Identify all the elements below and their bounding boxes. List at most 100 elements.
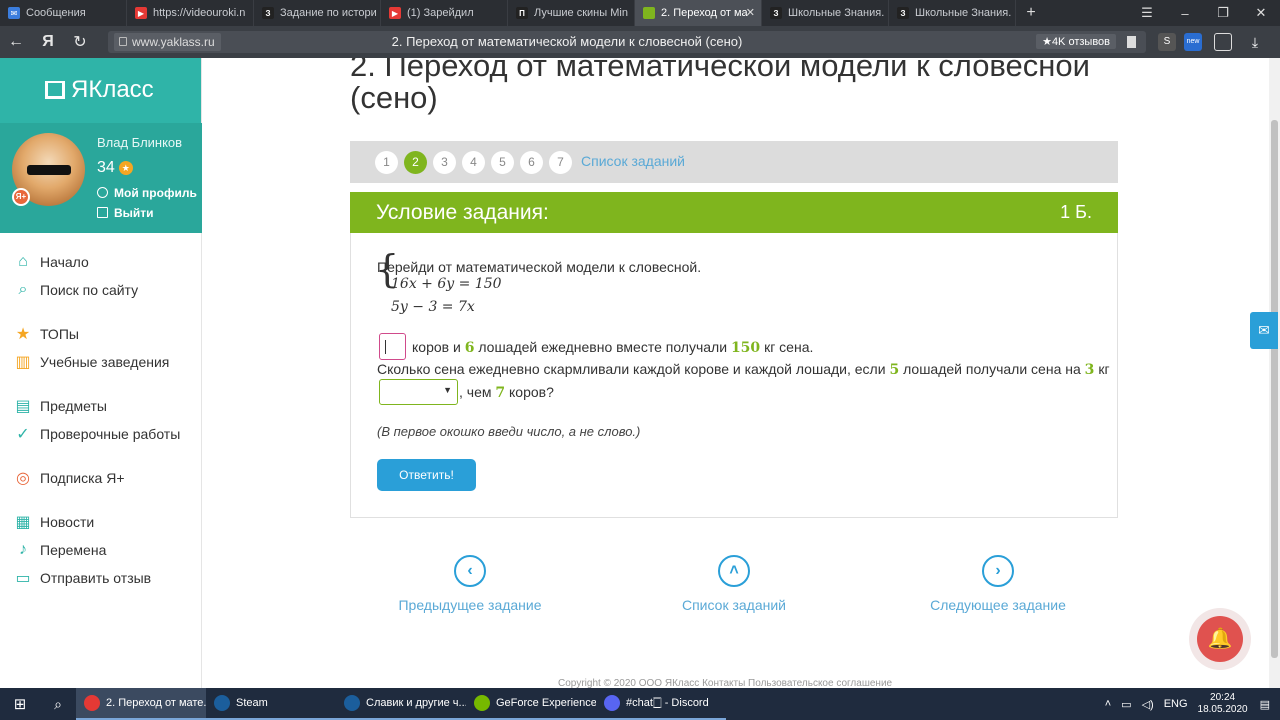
profile-link[interactable]: Мой профиль	[97, 186, 197, 200]
sidebar-item[interactable]: ◎ Подписка Я+	[0, 464, 202, 492]
sidebar-item[interactable]: ▤ Предметы	[0, 392, 202, 420]
line3-num-cows: 7	[495, 385, 506, 401]
sidebar-item[interactable]: ▥ Учебные заведения	[0, 348, 202, 376]
sidebar-item[interactable]: ⌂ Начало	[0, 248, 202, 276]
page-number-button[interactable]: 2	[404, 151, 427, 174]
minimize-icon[interactable]: –	[1166, 6, 1204, 21]
scroll-thumb[interactable]	[1271, 120, 1278, 658]
extension-s-icon[interactable]: S	[1158, 33, 1176, 51]
tab-label: Школьные Знания.	[788, 7, 885, 19]
taskbar-app-label: 2. Переход от мате...	[106, 697, 206, 709]
reviews-badge[interactable]: ★4K отзывов	[1036, 34, 1116, 49]
browser-tab[interactable]: З Задание по истори	[254, 0, 381, 26]
prev-task-link[interactable]: ‹ Предыдущее задание	[393, 555, 547, 613]
volume-icon[interactable]: ◁)	[1142, 698, 1154, 711]
sidebar-item-label: Новости	[40, 514, 95, 530]
browser-tab[interactable]: З Школьные Знания.	[889, 0, 1016, 26]
browser-tab[interactable]: П Лучшие скины Min	[508, 0, 635, 26]
windows-taskbar: ⊞ ⌕ 2. Переход от мате... Steam Славик и д…	[0, 688, 1280, 720]
taskbar-app[interactable]: Steam	[206, 688, 336, 720]
page-number-button[interactable]: 1	[375, 151, 398, 174]
tray-chevron-icon[interactable]: ˄	[1105, 698, 1111, 710]
tab-favicon-icon: З	[262, 7, 274, 19]
page-title: 2. Переход от математической модели к сл…	[350, 58, 1090, 115]
window-controls: ☰ – ❐ ✕	[1128, 0, 1280, 26]
browser-tab[interactable]: З Школьные Знания.	[762, 0, 889, 26]
equation-2: 5y − 3 = 7x	[391, 299, 475, 315]
page-number-button[interactable]: 6	[520, 151, 543, 174]
url-field[interactable]: www.yaklass.ru 2. Переход от математичес…	[108, 31, 1146, 53]
close-window-icon[interactable]: ✕	[1242, 5, 1280, 21]
tab-label: Школьные Знания.	[915, 7, 1012, 19]
new-tab-icon[interactable]: +	[1016, 4, 1046, 22]
app-icon	[604, 695, 620, 711]
sidebar-item-label: Проверочные работы	[40, 426, 181, 442]
network-icon[interactable]: ▭	[1121, 698, 1131, 711]
equation-1: 16x + 6y = 150	[391, 276, 502, 292]
line1-text-c: кг сена.	[764, 339, 814, 355]
browser-tab[interactable]: ▶ https://videouroki.n	[127, 0, 254, 26]
cows-count-input[interactable]	[379, 333, 406, 360]
menu-spacer	[0, 304, 202, 320]
more-less-select[interactable]: ▼	[379, 379, 458, 405]
chevron-right-icon: ›	[982, 555, 1014, 587]
line2-text-c: кг	[1098, 361, 1110, 377]
notifications-icon[interactable]: ▤	[1260, 698, 1270, 711]
condition-header: Условие задания: 1 Б.	[350, 192, 1118, 233]
bookmark-icon[interactable]	[1127, 36, 1136, 48]
extension-new-icon[interactable]: new	[1184, 33, 1202, 51]
answer-button[interactable]: Ответить!	[377, 459, 476, 491]
mail-icon[interactable]: ✉	[1250, 312, 1278, 349]
sidebar-item[interactable]: ✓ Проверочные работы	[0, 420, 202, 448]
page-number-button[interactable]: 4	[462, 151, 485, 174]
sidebar-item[interactable]: ▭ Отправить отзыв	[0, 564, 202, 592]
bell-icon: 🔔	[1197, 616, 1243, 662]
language-indicator[interactable]: ENG	[1164, 698, 1188, 710]
sidebar-item-label: Перемена	[40, 542, 107, 558]
clock-date: 18.05.2020	[1197, 704, 1248, 715]
task-list-nav-link[interactable]: ˄ Список заданий	[672, 555, 796, 613]
page-number-button[interactable]: 5	[491, 151, 514, 174]
sidebar-item[interactable]: ♪ Перемена	[0, 536, 202, 564]
site-logo[interactable]: ЯКласс	[45, 76, 154, 104]
taskbar-app[interactable]: 2. Переход от мате...	[76, 688, 206, 720]
browser-tab[interactable]: 2. Переход от ма ✕	[635, 0, 762, 26]
text-caret	[385, 340, 386, 354]
notifications-button[interactable]: 🔔	[1189, 608, 1251, 670]
download-icon[interactable]: ⤓	[1246, 33, 1264, 51]
page-number-button[interactable]: 7	[549, 151, 572, 174]
collections-icon[interactable]	[1214, 33, 1232, 51]
search-icon[interactable]: ⌕	[40, 696, 76, 713]
menu-icon[interactable]: ☰	[1128, 5, 1166, 21]
sidebar-menu: ⌂ Начало ⌕ Поиск по сайту ★ ТОПы ▥ Учебные заве…	[0, 248, 202, 592]
clock[interactable]: 20:24 18.05.2020	[1198, 692, 1248, 716]
reload-icon[interactable]: ↻	[64, 32, 96, 52]
page-scrollbar[interactable]	[1269, 58, 1280, 688]
browser-tab[interactable]: ✉ Сообщения	[0, 0, 127, 26]
page-number-button[interactable]: 3	[433, 151, 456, 174]
star-icon: ★	[15, 326, 31, 343]
tab-close-icon[interactable]: ✕	[746, 6, 755, 19]
logout-label: Выйти	[114, 206, 154, 220]
taskbar-app[interactable]: Славик и другие ч...	[336, 688, 466, 720]
windows-start-icon[interactable]: ⊞	[0, 695, 40, 713]
browser-tab[interactable]: ▶ (1) Зарейдил	[381, 0, 508, 26]
home-icon: ⌂	[18, 253, 28, 270]
logout-link[interactable]: Выйти	[97, 206, 154, 220]
sidebar-item[interactable]: ▦ Новости	[0, 508, 202, 536]
restore-icon[interactable]: ❐	[1204, 5, 1242, 21]
search-icon: ⌕	[18, 281, 28, 298]
task-list-link[interactable]: Список заданий	[581, 153, 685, 169]
task-intro: Перейди от математической модели к слове…	[377, 259, 702, 275]
sidebar-item[interactable]: ⌕ Поиск по сайту	[0, 276, 202, 304]
avatar-glasses	[27, 165, 71, 175]
back-icon[interactable]: ←	[0, 33, 32, 51]
next-task-link[interactable]: › Следующее задание	[922, 555, 1074, 613]
yandex-icon[interactable]: Я	[32, 33, 64, 51]
user-panel: Я+ Влад Блинков 34 ★ Мой профиль Выйти	[0, 123, 202, 233]
sidebar-item[interactable]: ★ ТОПы	[0, 320, 202, 348]
taskbar-app[interactable]: GeForce Experience	[466, 688, 596, 720]
sidebar: ЯКласс Я+ Влад Блинков 34 ★ Мой профиль В…	[0, 58, 202, 688]
taskbar-app[interactable]: #chat🀆 - Discord	[596, 688, 726, 720]
tab-favicon-icon	[643, 7, 655, 19]
